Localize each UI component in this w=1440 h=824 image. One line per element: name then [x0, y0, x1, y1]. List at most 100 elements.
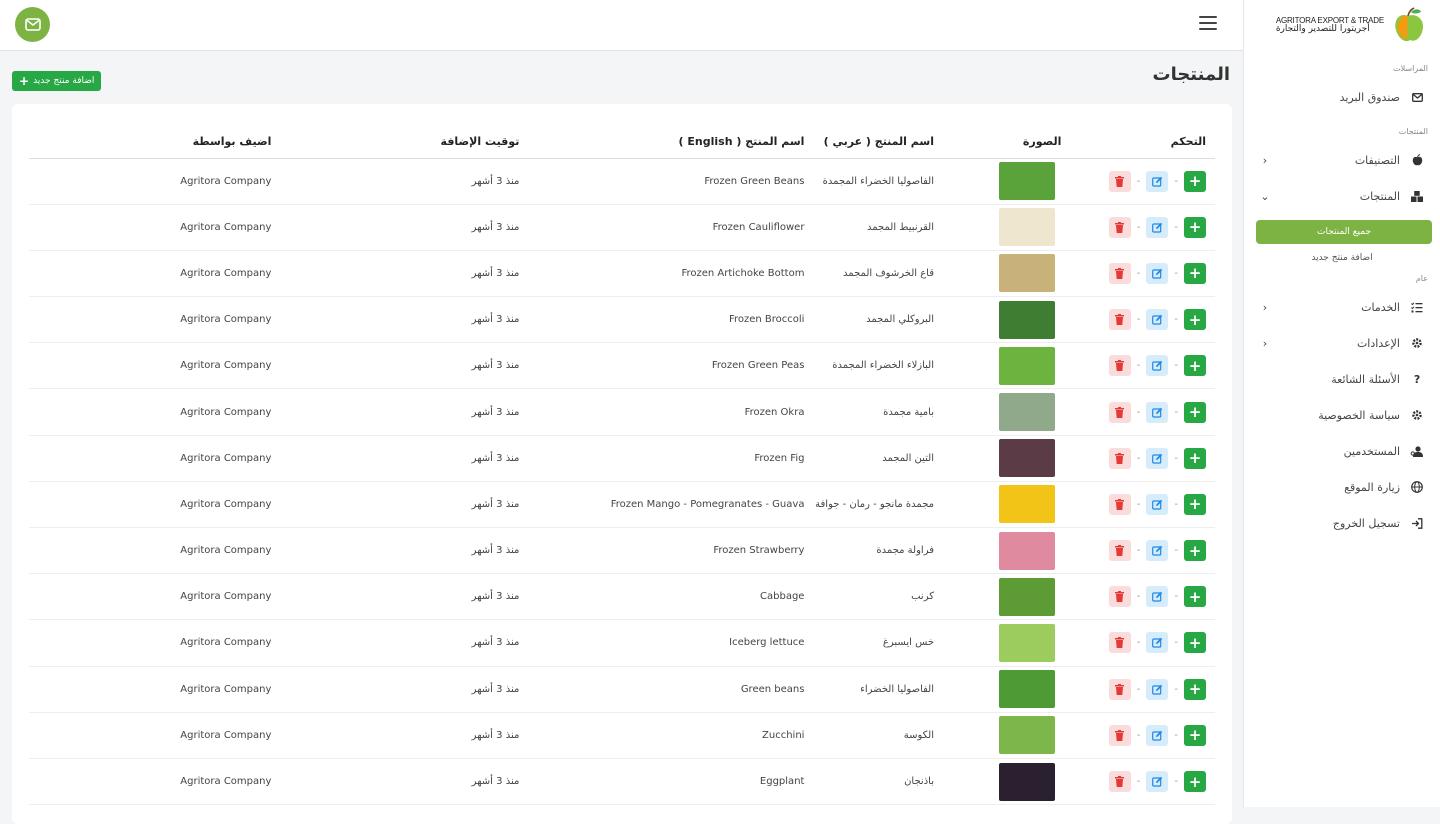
sidebar-item-logout[interactable]: تسجيل الخروج — [1244, 505, 1440, 541]
menu-toggle-icon[interactable] — [1199, 14, 1217, 32]
edit-button[interactable] — [1146, 309, 1169, 331]
sidebar-item-settings[interactable]: الإعدادات ‹ — [1244, 325, 1440, 361]
add-row-button[interactable]: + — [1184, 493, 1206, 515]
table-row: + - - القرنبيط المجمد Frozen Cauliflower… — [29, 204, 1215, 251]
sidebar-item-faq[interactable]: ? الأسئلة الشائعة — [1244, 361, 1440, 397]
product-thumbnail[interactable] — [999, 623, 1056, 662]
sidebar-item-label: الأسئلة الشائعة — [1331, 372, 1400, 386]
product-thumbnail[interactable] — [999, 670, 1056, 709]
delete-button[interactable] — [1108, 493, 1131, 515]
mail-button[interactable] — [15, 7, 50, 42]
edit-button[interactable] — [1146, 724, 1169, 746]
table-row: + - - البروكلي المجمد Frozen Broccoli من… — [29, 296, 1215, 344]
sidebar-item-mailbox[interactable]: صندوق البريد — [1244, 79, 1440, 115]
add-row-button[interactable]: + — [1184, 447, 1206, 469]
delete-button[interactable] — [1108, 355, 1131, 377]
image-cell — [940, 527, 1075, 575]
product-thumbnail[interactable] — [999, 531, 1056, 570]
name-ar-cell: فراولة مجمدة — [804, 527, 940, 575]
product-thumbnail[interactable] — [999, 485, 1056, 524]
boxes-icon — [1410, 189, 1424, 203]
delete-button[interactable] — [1108, 216, 1131, 238]
edit-button[interactable] — [1146, 586, 1169, 608]
table-row: + - - بامية مجمدة Frozen Okra منذ 3 أشهر… — [29, 388, 1215, 436]
add-product-button[interactable]: اضافة منتج جديد + — [12, 71, 102, 91]
delete-button[interactable] — [1108, 678, 1131, 700]
name-ar-cell: كرنب — [804, 573, 940, 621]
delete-button[interactable] — [1108, 540, 1131, 562]
separator: - — [1136, 267, 1141, 279]
brand[interactable]: AGRITORA EXPORT & TRADE أجريتورا للتصدير… — [1244, 0, 1440, 52]
table-row: + - - خس ايسبرغ Iceberg lettuce منذ 3 أش… — [29, 619, 1215, 667]
edit-button[interactable] — [1146, 262, 1169, 284]
delete-button[interactable] — [1108, 401, 1131, 423]
add-row-button[interactable]: + — [1184, 170, 1206, 192]
add-row-button[interactable]: + — [1184, 401, 1206, 423]
product-thumbnail[interactable] — [999, 346, 1056, 385]
added-by-cell: Agritora Company — [29, 573, 272, 621]
edit-icon — [1151, 314, 1163, 325]
product-thumbnail[interactable] — [999, 716, 1056, 755]
edit-button[interactable] — [1146, 355, 1169, 377]
delete-button[interactable] — [1108, 632, 1131, 654]
add-row-button[interactable]: + — [1184, 262, 1206, 284]
separator: - — [1174, 591, 1178, 603]
edit-button[interactable] — [1146, 540, 1169, 562]
edit-button[interactable] — [1146, 771, 1169, 793]
add-row-button[interactable]: + — [1184, 632, 1206, 654]
name-en-cell: Frozen Mango - Pomegranates - Guava — [519, 481, 805, 529]
control-cell: + - - — [1074, 296, 1215, 344]
chevron-down-icon: ⌄ — [1260, 189, 1270, 203]
product-thumbnail[interactable] — [999, 393, 1056, 432]
edit-button[interactable] — [1146, 170, 1169, 192]
delete-button[interactable] — [1108, 724, 1131, 746]
edit-icon — [1151, 776, 1163, 787]
delete-button[interactable] — [1108, 309, 1131, 331]
edit-button[interactable] — [1146, 632, 1169, 654]
add-row-button[interactable]: + — [1184, 216, 1206, 238]
edit-button[interactable] — [1146, 216, 1169, 238]
product-thumbnail[interactable] — [999, 162, 1056, 201]
product-thumbnail[interactable] — [999, 762, 1056, 801]
edit-button[interactable] — [1146, 447, 1169, 469]
separator: - — [1136, 545, 1141, 557]
product-thumbnail[interactable] — [999, 208, 1056, 247]
add-row-button[interactable]: + — [1184, 355, 1206, 377]
sidebar-item-products[interactable]: المنتجات ⌄ — [1244, 178, 1440, 214]
name-ar-cell: باذنجان — [804, 758, 940, 806]
product-thumbnail[interactable] — [999, 254, 1056, 293]
control-cell: + - - — [1074, 204, 1215, 251]
add-row-button[interactable]: + — [1184, 678, 1206, 700]
add-row-button[interactable]: + — [1184, 724, 1206, 746]
sidebar-item-services[interactable]: الخدمات ‹ — [1244, 289, 1440, 325]
edit-button[interactable] — [1146, 493, 1169, 515]
sidebar-item-privacy[interactable]: سياسة الخصوصية — [1244, 397, 1440, 433]
header-name-en: اسم المنتج ( English ) — [519, 125, 805, 159]
edit-button[interactable] — [1146, 678, 1169, 700]
product-thumbnail[interactable] — [999, 300, 1056, 339]
add-row-button[interactable]: + — [1184, 586, 1206, 608]
edit-button[interactable] — [1146, 401, 1169, 423]
section-label-messages: المراسلات — [1393, 64, 1428, 73]
product-thumbnail[interactable] — [999, 577, 1056, 616]
delete-button[interactable] — [1108, 447, 1131, 469]
sidebar-subitem-all-products[interactable]: جميع المنتجات — [1256, 220, 1432, 244]
sidebar-item-users[interactable]: المستخدمين — [1244, 433, 1440, 469]
delete-button[interactable] — [1108, 170, 1131, 192]
add-row-button[interactable]: + — [1184, 540, 1206, 562]
add-row-button[interactable]: + — [1184, 309, 1206, 331]
name-ar-cell: القرنبيط المجمد — [804, 204, 940, 251]
add-row-button[interactable]: + — [1184, 771, 1206, 793]
plus-icon: + — [1188, 680, 1202, 699]
sidebar-subitem-add-product[interactable]: اضافة منتج جديد — [1244, 248, 1440, 268]
added-by-cell: Agritora Company — [29, 388, 272, 436]
delete-button[interactable] — [1108, 771, 1131, 793]
name-en-cell: Frozen Artichoke Bottom — [519, 250, 805, 298]
sidebar-item-categories[interactable]: التصنيفات ‹ — [1244, 142, 1440, 178]
control-cell: + - - — [1074, 666, 1215, 713]
delete-button[interactable] — [1108, 586, 1131, 608]
delete-button[interactable] — [1108, 262, 1131, 284]
question-icon: ? — [1413, 372, 1421, 386]
product-thumbnail[interactable] — [999, 439, 1056, 478]
sidebar-item-visit-site[interactable]: زيارة الموقع — [1244, 469, 1440, 505]
